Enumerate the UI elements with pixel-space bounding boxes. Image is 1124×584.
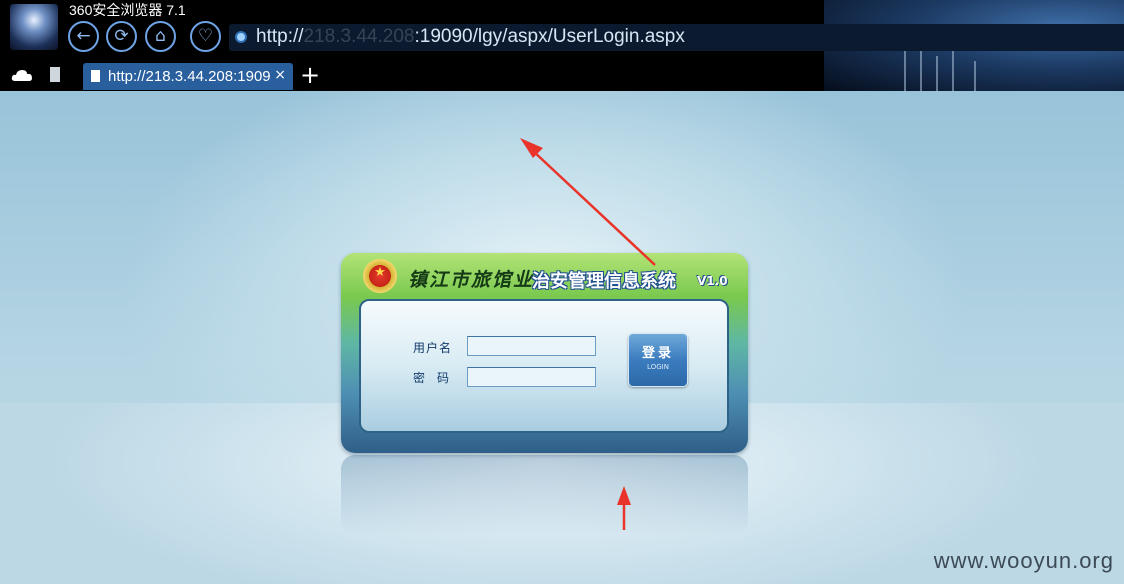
arrow-pointing-to-reflection (617, 486, 631, 530)
arrow-pointing-to-top (520, 138, 656, 266)
annotation-arrows (520, 138, 656, 530)
